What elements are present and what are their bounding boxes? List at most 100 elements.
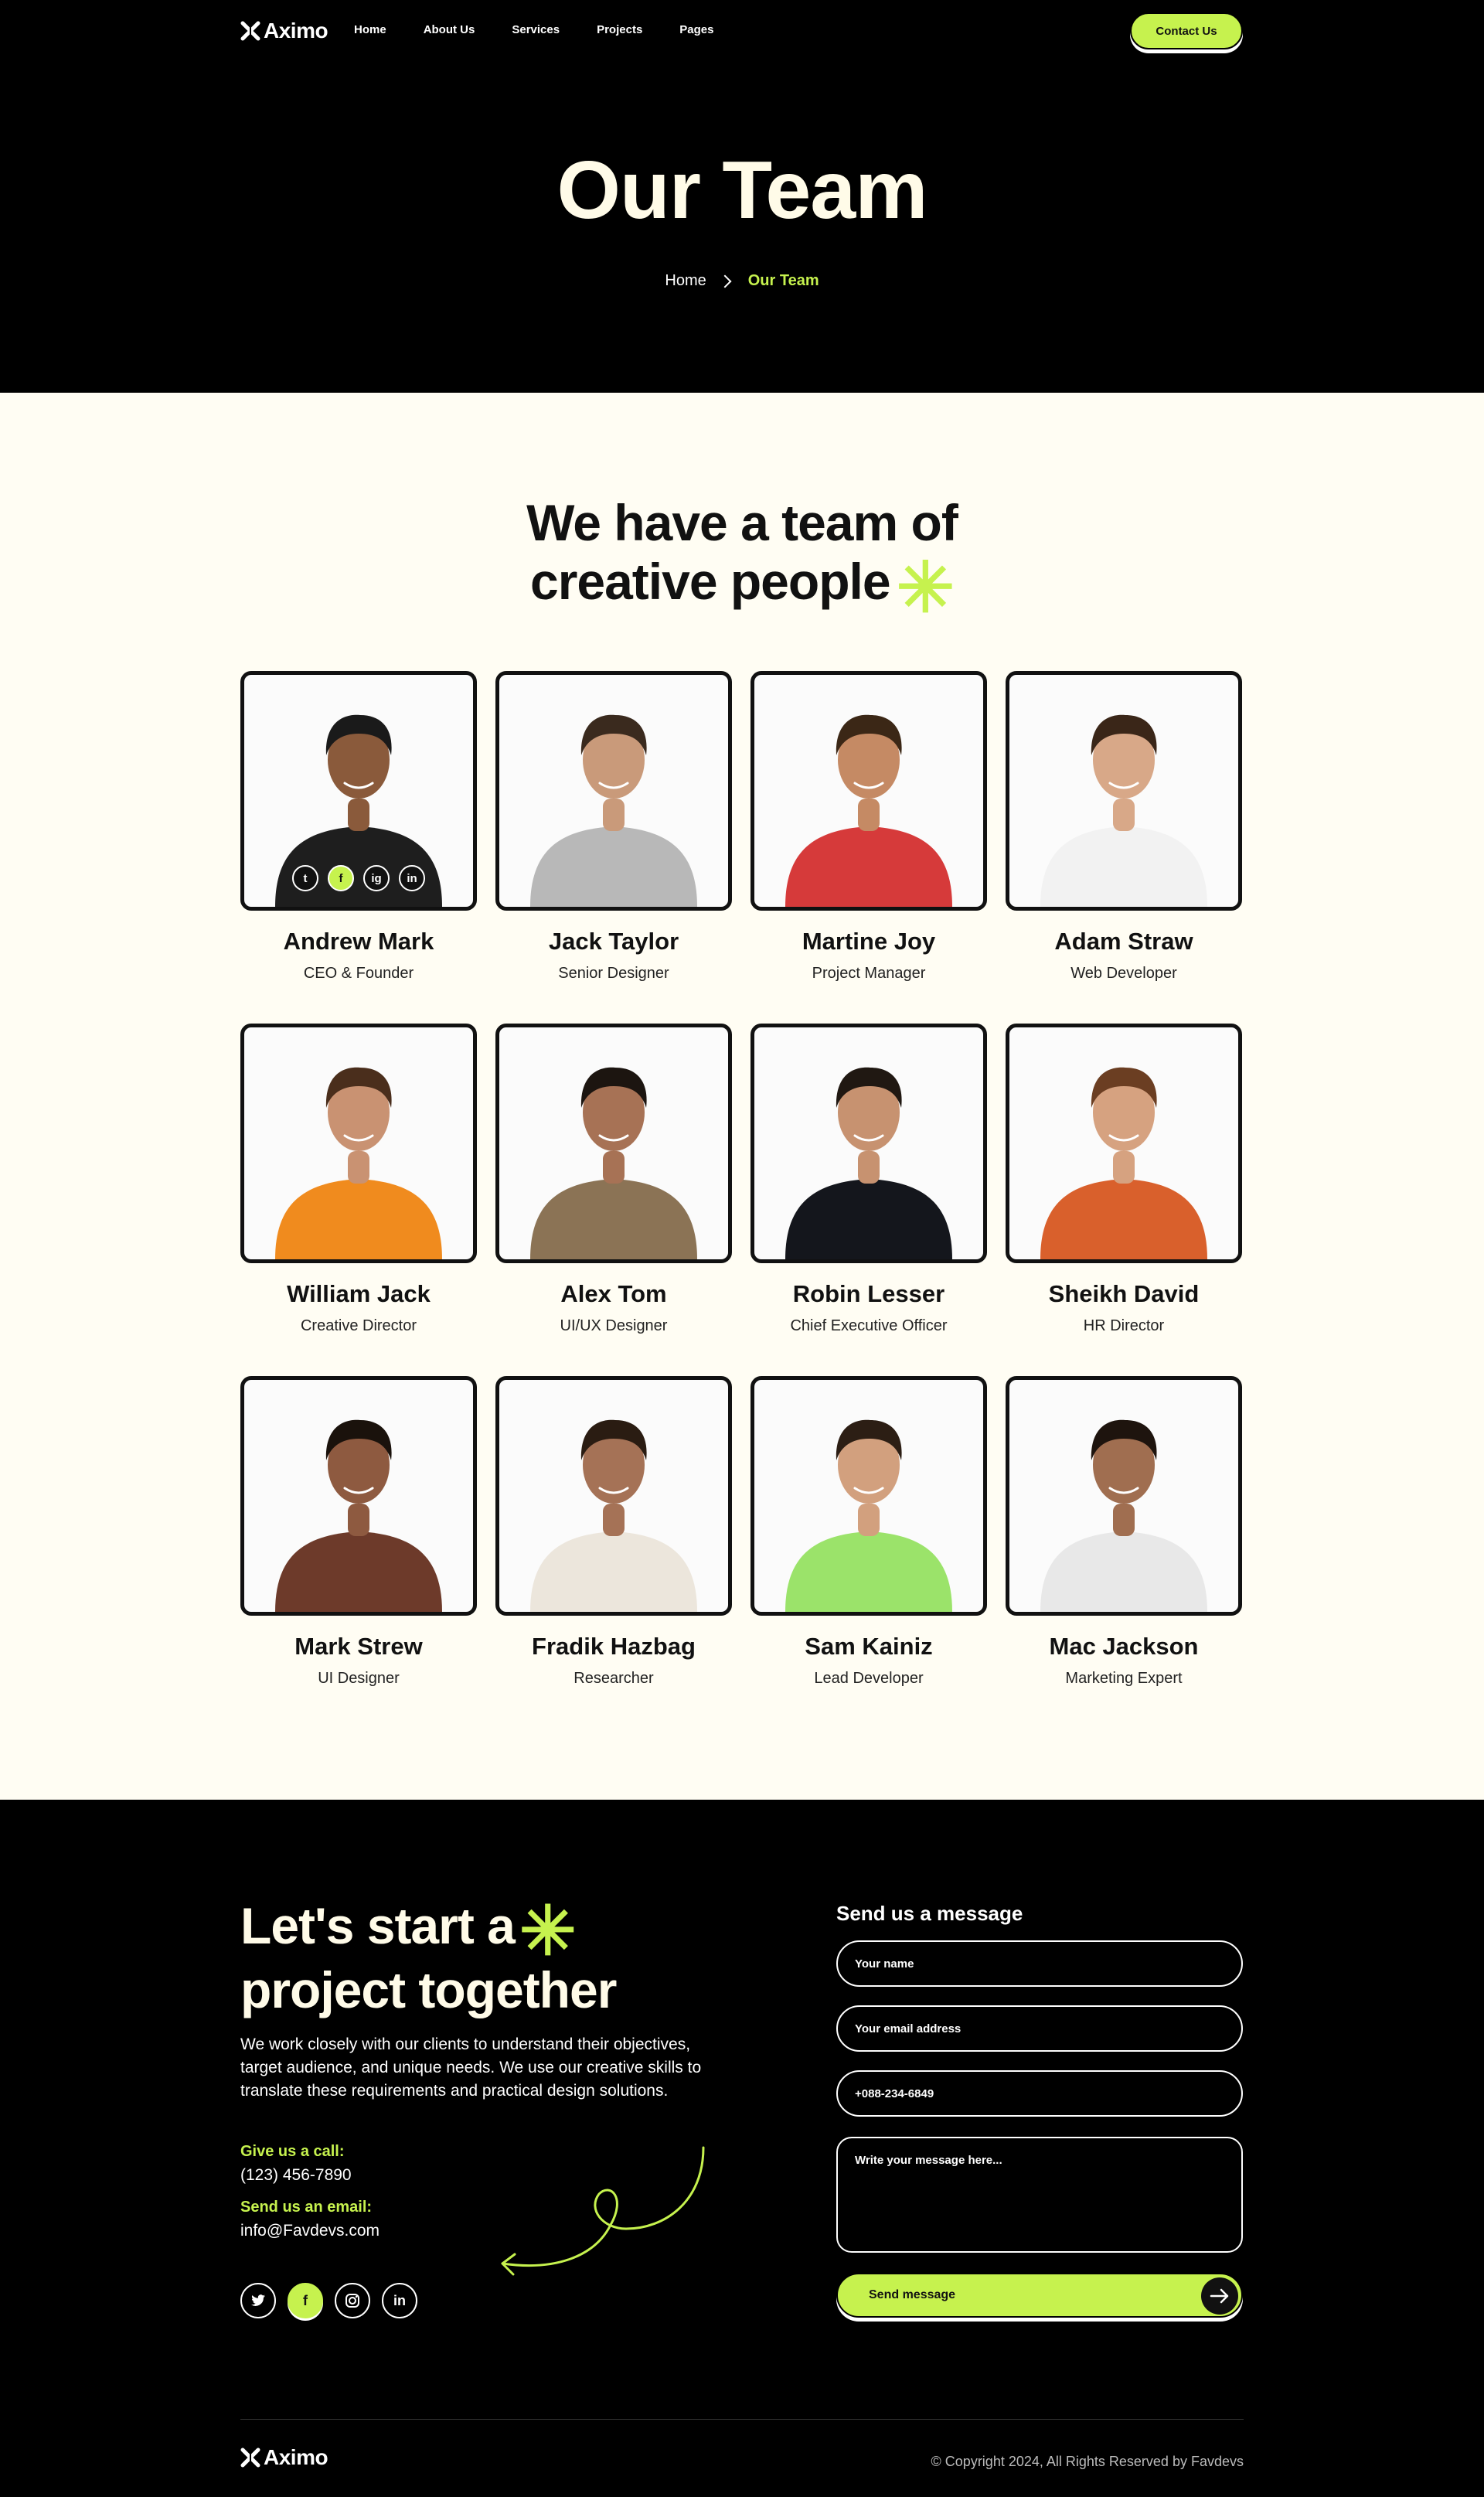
email-address[interactable]: info@Favdevs.com [240, 2222, 380, 2240]
person-portrait [275, 1419, 442, 1612]
send-message-button[interactable]: Send message [836, 2273, 1243, 2318]
person-portrait [530, 714, 697, 907]
team-member-role: CEO & Founder [303, 965, 414, 982]
team-member-role: Web Developer [1070, 965, 1177, 982]
aximo-logo-icon [240, 21, 260, 41]
person-portrait [1040, 1419, 1207, 1612]
team-member-card[interactable]: Mark Strew UI Designer [240, 1376, 477, 1729]
send-message-label: Send message [869, 2288, 956, 2301]
team-member-name[interactable]: Sheikh David [1006, 1280, 1242, 1308]
person-portrait [530, 1419, 697, 1612]
team-member-card[interactable]: Adam Straw Web Developer [1006, 671, 1242, 1024]
person-portrait [785, 1067, 952, 1259]
nav-services[interactable]: Services [512, 23, 560, 36]
team-member-card[interactable]: Sheikh David HR Director [1006, 1024, 1242, 1376]
nav-links: Home About Us Services Projects Pages [354, 23, 751, 36]
team-member-photo[interactable]: t f ig in [240, 671, 477, 911]
team-member-photo[interactable] [751, 1024, 987, 1263]
name-field[interactable] [836, 1940, 1243, 1987]
team-member-photo[interactable] [1006, 671, 1242, 911]
team-member-name[interactable]: Robin Lesser [751, 1280, 987, 1308]
team-member-name[interactable]: Alex Tom [495, 1280, 732, 1308]
team-member-photo[interactable] [495, 1024, 732, 1263]
facebook-icon[interactable]: f [288, 2283, 323, 2318]
team-member-name[interactable]: Adam Straw [1006, 928, 1242, 956]
member-social-links: t f ig in [292, 865, 425, 891]
person-portrait [785, 1419, 952, 1612]
contact-description: We work closely with our clients to unde… [240, 2035, 702, 2100]
nav-home[interactable]: Home [354, 23, 386, 36]
team-member-name[interactable]: Fradik Hazbag [495, 1633, 732, 1661]
team-member-card[interactable]: Mac Jackson Marketing Expert [1006, 1376, 1242, 1729]
team-member-name[interactable]: William Jack [240, 1280, 477, 1308]
twitter-icon[interactable] [240, 2283, 276, 2318]
brand-name: Aximo [264, 19, 328, 43]
team-member-name[interactable]: Sam Kainiz [751, 1633, 987, 1661]
team-member-card[interactable]: Jack Taylor Senior Designer [495, 671, 732, 1024]
nav-projects[interactable]: Projects [597, 23, 642, 36]
team-member-name[interactable]: Andrew Mark [240, 928, 477, 956]
footer-divider [240, 2419, 1244, 2420]
team-member-card[interactable]: Martine Joy Project Manager [751, 671, 987, 1024]
team-member-card[interactable]: Robin Lesser Chief Executive Officer [751, 1024, 987, 1376]
team-member-card[interactable]: Sam Kainiz Lead Developer [751, 1376, 987, 1729]
contact-title: Let's start a✳ project together [240, 1896, 617, 2019]
team-member-role: HR Director [1083, 1317, 1165, 1334]
breadcrumb-home-link[interactable]: Home [665, 272, 706, 290]
team-member-role: Senior Designer [558, 965, 669, 982]
email-label: Send us an email: [240, 2199, 373, 2216]
contact-section: Let's start a✳ project together We work … [0, 1800, 1484, 2497]
footer-logo[interactable]: Aximo [240, 2445, 328, 2470]
asterisk-star-icon: ✳ [896, 550, 955, 627]
message-field[interactable] [836, 2137, 1243, 2253]
facebook-icon[interactable]: f [328, 865, 354, 891]
team-member-card[interactable]: William Jack Creative Director [240, 1024, 477, 1376]
phone-field[interactable] [836, 2070, 1243, 2117]
curved-arrow-decoration [501, 2146, 705, 2276]
team-member-name[interactable]: Jack Taylor [495, 928, 732, 956]
email-field[interactable] [836, 2005, 1243, 2052]
team-member-card[interactable]: t f ig in Andrew Mark CEO & Founder [240, 671, 477, 1024]
team-member-photo[interactable] [751, 1376, 987, 1616]
team-member-photo[interactable] [240, 1376, 477, 1616]
person-portrait [1040, 714, 1207, 907]
team-member-role: UI/UX Designer [560, 1317, 668, 1334]
person-portrait [1040, 1067, 1207, 1259]
team-member-photo[interactable] [240, 1024, 477, 1263]
team-member-name[interactable]: Mark Strew [240, 1633, 477, 1661]
contact-us-button[interactable]: Contact Us [1130, 12, 1243, 49]
contact-title-line2: project together [240, 1961, 617, 2018]
team-heading-line1: We have a team of [526, 494, 958, 551]
team-member-photo[interactable] [495, 671, 732, 911]
team-member-name[interactable]: Mac Jackson [1006, 1633, 1242, 1661]
top-navigation: Aximo Home About Us Services Projects Pa… [240, 12, 1243, 51]
team-member-card[interactable]: Alex Tom UI/UX Designer [495, 1024, 732, 1376]
team-member-card[interactable]: Fradik Hazbag Researcher [495, 1376, 732, 1729]
footer-brand-name: Aximo [264, 2445, 328, 2469]
brand-logo[interactable]: Aximo [240, 19, 328, 43]
team-member-photo[interactable] [495, 1376, 732, 1616]
breadcrumb-current: Our Team [747, 272, 819, 289]
team-member-role: UI Designer [318, 1670, 400, 1687]
linkedin-icon[interactable]: in [382, 2283, 417, 2318]
team-heading-line2: creative people [530, 553, 891, 610]
person-portrait [785, 714, 952, 907]
nav-pages[interactable]: Pages [679, 23, 713, 36]
nav-about-us[interactable]: About Us [424, 23, 475, 36]
phone-number[interactable]: (123) 456-7890 [240, 2166, 352, 2185]
person-portrait [275, 1067, 442, 1259]
breadcrumb: Home Our Team [0, 272, 1484, 290]
team-member-photo[interactable] [1006, 1024, 1242, 1263]
team-member-photo[interactable] [751, 671, 987, 911]
form-title: Send us a message [836, 1902, 1023, 1925]
instagram-icon[interactable]: ig [363, 865, 390, 891]
linkedin-icon[interactable]: in [399, 865, 425, 891]
instagram-icon[interactable] [335, 2283, 370, 2318]
team-member-role: Lead Developer [814, 1670, 924, 1687]
team-heading: We have a team of creative people✳ [0, 493, 1484, 623]
team-member-name[interactable]: Martine Joy [751, 928, 987, 956]
team-section: We have a team of creative people✳ t f ig i… [0, 393, 1484, 1800]
twitter-icon[interactable]: t [292, 865, 318, 891]
team-member-photo[interactable] [1006, 1376, 1242, 1616]
team-grid: t f ig in Andrew Mark CEO & Founder Jack Taylo… [240, 671, 1244, 1729]
